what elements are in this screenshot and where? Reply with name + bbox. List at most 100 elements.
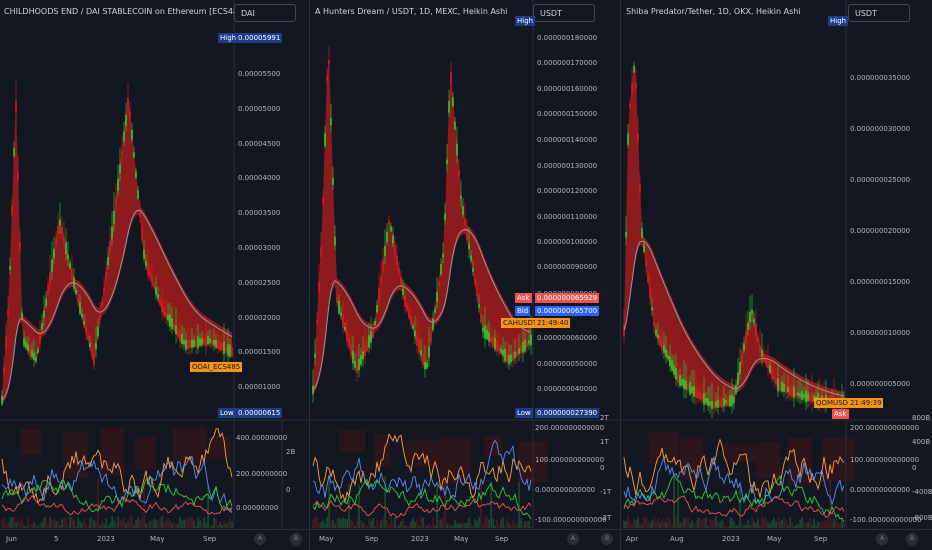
candle-body: [795, 391, 797, 396]
volume-bar: [757, 519, 759, 528]
candle-body: [741, 351, 743, 364]
candle-body: [340, 312, 342, 317]
price-tick-label: 0.000000180000: [537, 34, 598, 42]
price-tick-label: 0.000000060000: [537, 334, 598, 342]
candle-body: [474, 279, 476, 285]
candle-body: [775, 378, 777, 384]
volume-bar: [472, 524, 474, 528]
osc-zone: [134, 436, 157, 470]
price-chart-1[interactable]: [0, 0, 310, 550]
price-tick-label: 0.000000025000: [850, 176, 911, 184]
candle-body: [751, 309, 753, 314]
candle-body: [43, 310, 45, 319]
volume-bar: [496, 519, 498, 528]
time-axis[interactable]: May Sep 2023 May Sep A B: [311, 529, 620, 550]
candle-body: [171, 318, 173, 330]
volume-bar: [719, 521, 721, 528]
time-axis[interactable]: Jun 5 2023 May Sep A B: [0, 529, 309, 550]
candle-body: [145, 261, 147, 267]
volume-bar: [225, 523, 227, 528]
candle-body: [773, 375, 775, 379]
scale-button-b[interactable]: B: [601, 533, 613, 545]
candle-body: [721, 397, 723, 408]
volume-bar: [99, 525, 101, 528]
volume-bar: [1, 518, 3, 528]
candle-body: [165, 311, 167, 318]
volume-bar: [775, 521, 777, 528]
scale-button-b[interactable]: B: [290, 533, 302, 545]
candle-body: [699, 392, 701, 400]
chart-pane-3[interactable]: Shiba Predator/Tether, 1D, OKX, Heikin A…: [622, 0, 932, 550]
candle-body: [667, 355, 669, 360]
chart-pane-2[interactable]: A Hunters Dream / USDT, 1D, MEXC, Heikin…: [311, 0, 621, 550]
candle-body: [318, 281, 320, 293]
quote-currency-select[interactable]: DAI: [234, 4, 296, 22]
volume-bar: [129, 516, 131, 528]
volume-bar: [506, 518, 508, 528]
candle-body: [655, 329, 657, 336]
volume-bar: [623, 520, 625, 528]
price-tick-label: 0.00003000: [238, 244, 281, 252]
auto-scale-button[interactable]: A: [876, 533, 888, 545]
candle-body: [61, 227, 63, 235]
quote-currency-select[interactable]: USDT: [848, 4, 910, 22]
volume-bar: [709, 518, 711, 528]
symbol-price-tag: ODAI_ECS485: [190, 362, 243, 372]
volume-bar: [446, 523, 448, 528]
volume-bar: [111, 516, 113, 528]
time-axis[interactable]: Apr Aug 2023 May Sep A B: [622, 529, 932, 550]
price-tick-label: 0.000000090000: [537, 263, 598, 271]
volume-bar: [27, 517, 29, 528]
volume-bar: [687, 517, 689, 528]
candle-body: [386, 231, 388, 242]
volume-bar: [161, 516, 163, 528]
symbol-title[interactable]: Shiba Predator/Tether, 1D, OKX, Heikin A…: [626, 7, 801, 16]
price-chart-2[interactable]: [311, 0, 621, 550]
candle-body: [157, 294, 159, 299]
auto-scale-button[interactable]: A: [254, 533, 266, 545]
volume-bar: [105, 518, 107, 528]
price-tick-label: 0.000000035000: [850, 74, 911, 82]
candle-body: [75, 289, 77, 295]
volume-bar: [137, 516, 139, 528]
candle-body: [476, 292, 478, 296]
candle-body: [41, 323, 43, 330]
volume-bar: [747, 519, 749, 528]
low-value: 0.000000027390: [535, 408, 600, 418]
candle-body: [111, 226, 113, 239]
volume-bar: [681, 521, 683, 528]
volume-bar: [392, 522, 394, 528]
volume-bar: [350, 519, 352, 528]
time-label: 5: [54, 535, 59, 543]
candle-body: [410, 316, 412, 325]
volume-bar: [695, 521, 697, 528]
candle-body: [352, 351, 354, 364]
candle-body: [783, 383, 785, 392]
volume-bar: [669, 519, 671, 528]
price-tick-label: 0.000000100000: [537, 238, 598, 246]
quote-currency-select[interactable]: USDT: [533, 4, 595, 22]
volume-bar: [398, 525, 400, 528]
volume-bar: [510, 524, 512, 528]
time-label: Sep: [495, 535, 509, 543]
candle-body: [11, 205, 13, 216]
price-chart-3[interactable]: [622, 0, 932, 550]
time-label: Aug: [670, 535, 684, 543]
candle-body: [719, 400, 721, 406]
chart-pane-1[interactable]: CHILDHOODS END / DAI STABLECOIN on Ether…: [0, 0, 310, 550]
volume-bar: [330, 519, 332, 528]
volume-bar: [316, 516, 318, 528]
symbol-title[interactable]: CHILDHOODS END / DAI STABLECOIN on Ether…: [4, 7, 244, 16]
candle-body: [79, 302, 81, 314]
volume-bar: [526, 521, 528, 528]
volume-bar: [376, 519, 378, 528]
time-label: May: [454, 535, 469, 543]
oscillator-tick-label: 200.000000000000: [535, 424, 605, 432]
scale-button-b[interactable]: B: [906, 533, 918, 545]
symbol-title[interactable]: A Hunters Dream / USDT, 1D, MEXC, Heikin…: [315, 7, 507, 16]
low-value: 0.00000615: [236, 408, 283, 418]
volume-bar: [101, 518, 103, 528]
candle-body: [663, 345, 665, 353]
auto-scale-button[interactable]: A: [567, 533, 579, 545]
volume-bar: [703, 517, 705, 528]
